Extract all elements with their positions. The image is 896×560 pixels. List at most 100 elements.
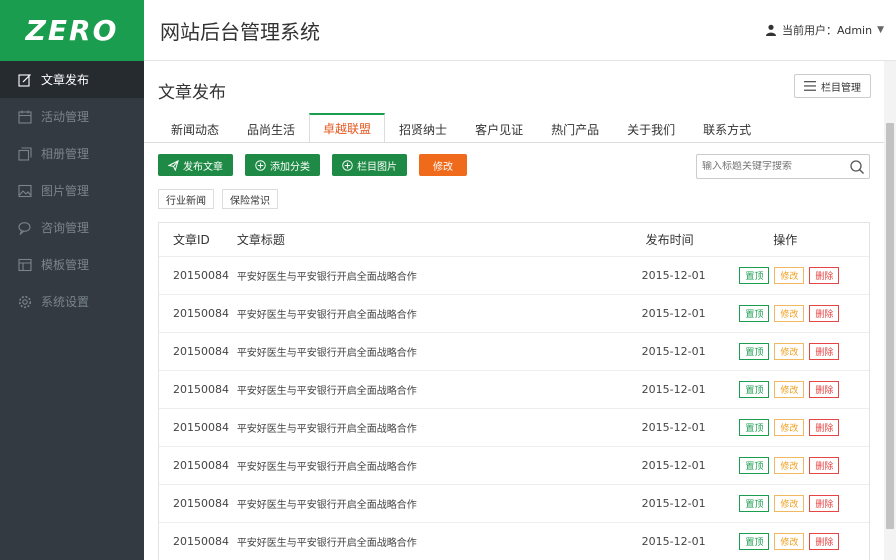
column-manage-button[interactable]: 栏目管理 xyxy=(794,74,871,98)
header-title: 文章标题 xyxy=(236,233,285,247)
cell-time: 2015-12-01 xyxy=(641,459,706,472)
category-tab[interactable]: 热门产品 xyxy=(537,113,613,142)
sidebar-item[interactable]: 咨询管理 xyxy=(0,209,144,246)
user-icon xyxy=(766,24,777,36)
cell-time: 2015-12-01 xyxy=(641,421,706,434)
sidebar-item[interactable]: 系统设置 xyxy=(0,283,144,320)
cell-time: 2015-12-01 xyxy=(641,345,706,358)
cell-actions: 置顶 修改 删除 xyxy=(737,495,869,512)
sidebar-item[interactable]: 相册管理 xyxy=(0,135,144,172)
edit-row-button[interactable]: 修改 xyxy=(774,343,805,360)
filter-tag[interactable]: 保险常识 xyxy=(222,189,278,209)
header-id: 文章ID xyxy=(173,233,210,247)
category-tab[interactable]: 卓越联盟 xyxy=(309,113,386,142)
cell-actions: 置顶 修改 删除 xyxy=(737,305,869,322)
top-bar: 网站后台管理系统 当前用户： Admin ▼ xyxy=(144,0,896,61)
filter-tag[interactable]: 行业新闻 xyxy=(158,189,214,209)
cell-title: 平安好医生与平安银行开启全面战略合作 xyxy=(236,348,417,359)
tab-divider xyxy=(144,142,884,143)
edit-row-button[interactable]: 修改 xyxy=(774,381,805,398)
edit-button[interactable]: 修改 xyxy=(419,154,467,176)
pin-button[interactable]: 置顶 xyxy=(739,267,770,284)
edit-label: 修改 xyxy=(433,161,453,173)
pin-button[interactable]: 置顶 xyxy=(739,533,770,550)
sidebar-item[interactable]: 模板管理 xyxy=(0,246,144,283)
table-row: 20150084 平安好医生与平安银行开启全面战略合作 2015-12-01 置顶 修改… xyxy=(159,447,869,485)
column-image-label: 栏目图片 xyxy=(357,161,397,173)
table-row: 20150084 平安好医生与平安银行开启全面战略合作 2015-12-01 置顶 修改… xyxy=(159,257,869,295)
cell-time: 2015-12-01 xyxy=(641,307,706,320)
cell-id: 20150084 xyxy=(173,535,229,548)
category-tab[interactable]: 新闻动态 xyxy=(157,113,233,142)
delete-button[interactable]: 删除 xyxy=(809,267,840,284)
edit-row-button[interactable]: 修改 xyxy=(774,305,805,322)
publish-article-button[interactable]: 发布文章 xyxy=(158,154,233,176)
sidebar-item-label: 相册管理 xyxy=(41,147,90,161)
send-icon xyxy=(168,159,179,171)
scrollbar[interactable] xyxy=(884,61,896,560)
category-tab[interactable]: 招贤纳士 xyxy=(385,113,461,142)
edit-row-button[interactable]: 修改 xyxy=(774,419,805,436)
pin-button[interactable]: 置顶 xyxy=(739,419,770,436)
sidebar-item[interactable]: 活动管理 xyxy=(0,98,144,135)
delete-button[interactable]: 删除 xyxy=(809,305,840,322)
delete-button[interactable]: 删除 xyxy=(809,495,840,512)
pin-button[interactable]: 置顶 xyxy=(739,305,770,322)
edit-row-button[interactable]: 修改 xyxy=(774,457,805,474)
category-tab[interactable]: 客户见证 xyxy=(461,113,537,142)
cell-title: 平安好医生与平安银行开启全面战略合作 xyxy=(236,462,417,473)
delete-button[interactable]: 删除 xyxy=(809,457,840,474)
cell-title: 平安好医生与平安银行开启全面战略合作 xyxy=(236,386,417,397)
category-tab[interactable]: 品尚生活 xyxy=(233,113,309,142)
cell-title: 平安好医生与平安银行开启全面战略合作 xyxy=(236,310,417,321)
calendar-icon xyxy=(18,110,32,124)
table-row: 20150084 平安好医生与平安银行开启全面战略合作 2015-12-01 置顶 修改… xyxy=(159,295,869,333)
logo-text: ZERO xyxy=(25,14,119,47)
template-icon xyxy=(18,258,32,272)
edit-row-button[interactable]: 修改 xyxy=(774,533,805,550)
table-row: 20150084 平安好医生与平安银行开启全面战略合作 2015-12-01 置顶 修改… xyxy=(159,409,869,447)
cell-title: 平安好医生与平安银行开启全面战略合作 xyxy=(236,272,417,283)
sidebar-item-label: 文章发布 xyxy=(41,73,90,87)
system-title: 网站后台管理系统 xyxy=(160,19,320,44)
table-row: 20150084 平安好医生与平安银行开启全面战略合作 2015-12-01 置顶 修改… xyxy=(159,333,869,371)
sidebar-item-label: 模板管理 xyxy=(41,258,90,272)
toolbar: 发布文章 添加分类 栏目图片 修改 xyxy=(158,154,479,176)
pin-button[interactable]: 置顶 xyxy=(739,457,770,474)
pin-button[interactable]: 置顶 xyxy=(739,381,770,398)
delete-button[interactable]: 删除 xyxy=(809,381,840,398)
sidebar-item[interactable]: 图片管理 xyxy=(0,172,144,209)
sidebar-item[interactable]: 文章发布 xyxy=(0,61,144,98)
cell-actions: 置顶 修改 删除 xyxy=(737,533,869,550)
chevron-down-icon: ▼ xyxy=(877,25,884,35)
search-input[interactable] xyxy=(697,161,847,172)
cell-time: 2015-12-01 xyxy=(641,497,706,510)
user-menu[interactable]: 当前用户： Admin ▼ xyxy=(765,22,884,38)
image-icon xyxy=(18,184,32,198)
sidebar-item-label: 图片管理 xyxy=(41,184,90,198)
edit-row-button[interactable]: 修改 xyxy=(774,495,805,512)
sidebar-item-label: 咨询管理 xyxy=(41,221,90,235)
cell-id: 20150084 xyxy=(173,345,229,358)
sidebar-item-label: 系统设置 xyxy=(41,295,90,309)
table-row: 20150084 平安好医生与平安银行开启全面战略合作 2015-12-01 置顶 修改… xyxy=(159,485,869,523)
table-row: 20150084 平安好医生与平安银行开启全面战略合作 2015-12-01 置顶 修改… xyxy=(159,371,869,409)
search-icon[interactable] xyxy=(849,159,865,175)
scrollbar-thumb[interactable] xyxy=(886,123,894,529)
delete-button[interactable]: 删除 xyxy=(809,419,840,436)
list-icon xyxy=(804,81,816,91)
pin-button[interactable]: 置顶 xyxy=(739,343,770,360)
category-tab[interactable]: 关于我们 xyxy=(613,113,689,142)
table-row: 20150084 平安好医生与平安银行开启全面战略合作 2015-12-01 置顶 修改… xyxy=(159,523,869,560)
delete-button[interactable]: 删除 xyxy=(809,533,840,550)
table-header: 文章ID 文章标题 发布时间 操作 xyxy=(159,223,869,257)
table-body: 20150084 平安好医生与平安银行开启全面战略合作 2015-12-01 置顶 修改… xyxy=(159,257,869,560)
column-image-button[interactable]: 栏目图片 xyxy=(332,154,407,176)
edit-row-button[interactable]: 修改 xyxy=(774,267,805,284)
category-tab[interactable]: 联系方式 xyxy=(689,113,765,142)
add-category-button[interactable]: 添加分类 xyxy=(245,154,320,176)
logo[interactable]: ZERO xyxy=(0,0,144,61)
pin-button[interactable]: 置顶 xyxy=(739,495,770,512)
delete-button[interactable]: 删除 xyxy=(809,343,840,360)
cell-id: 20150084 xyxy=(173,307,229,320)
